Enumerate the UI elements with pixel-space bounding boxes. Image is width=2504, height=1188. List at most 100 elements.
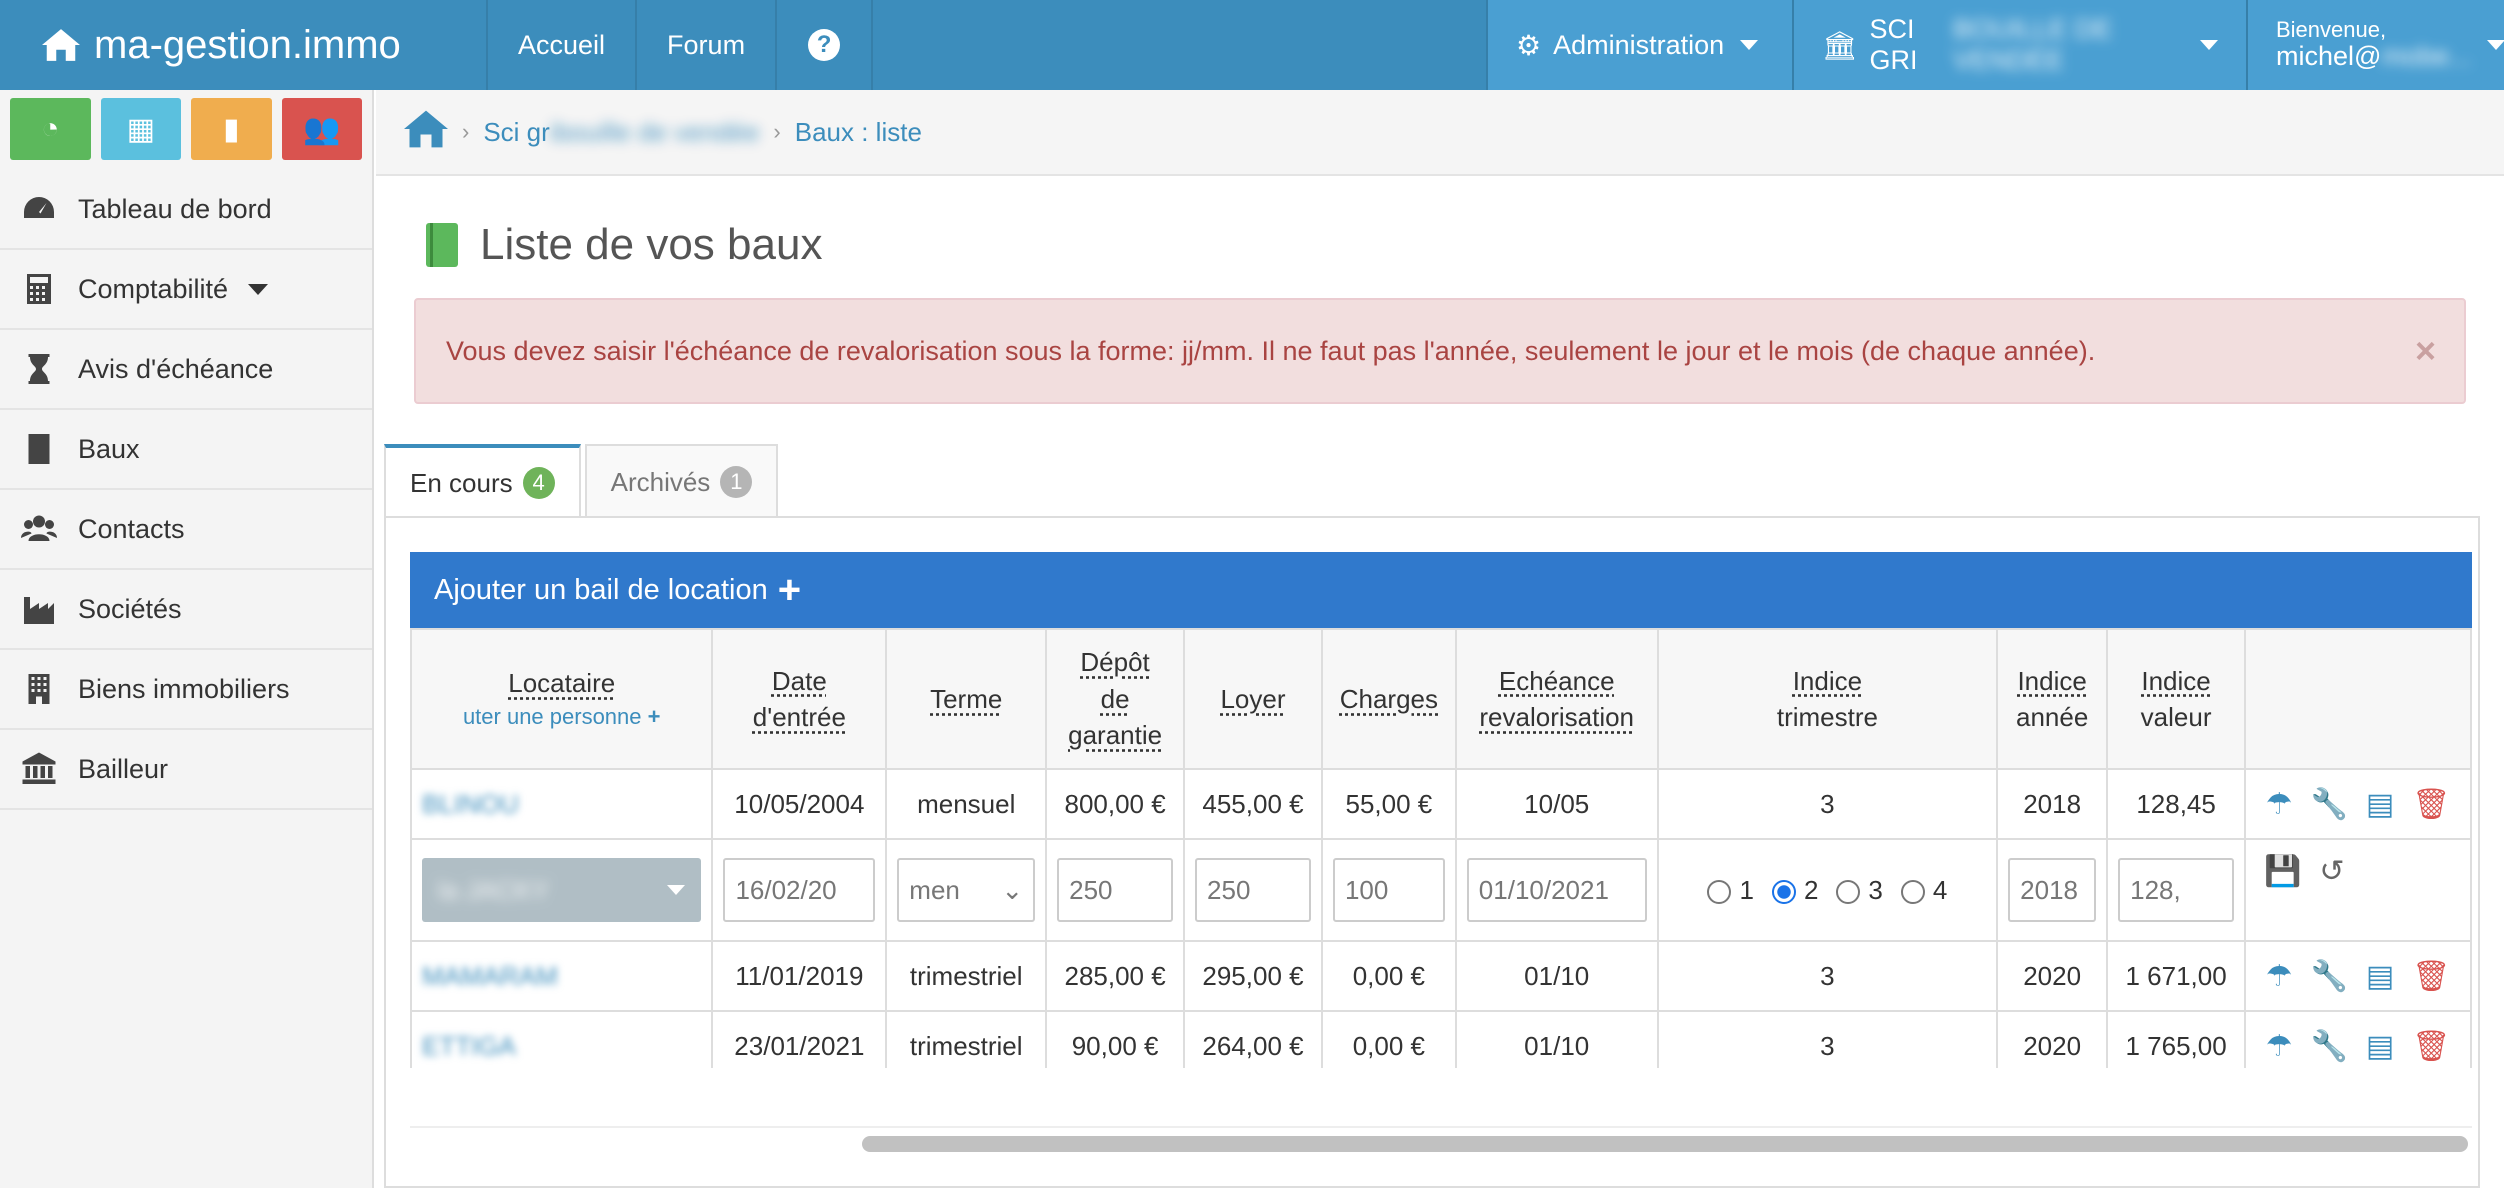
breadcrumb: › Sci gribouille de vendée › Baux : list…: [376, 90, 2504, 176]
add-lease-button[interactable]: Ajouter un bail de location +: [410, 552, 2472, 628]
sidebar-item-label: Comptabilité: [78, 273, 229, 304]
cell-valeur-input: 128,: [2106, 838, 2247, 942]
breadcrumb-company-visible: Sci gr: [483, 116, 550, 147]
archive-icon[interactable]: ▤: [2366, 1029, 2394, 1064]
radio-button[interactable]: [1900, 879, 1925, 904]
terme-select[interactable]: men ⌄: [897, 858, 1036, 922]
page-title-text: Liste de vos baux: [480, 220, 823, 269]
echeance-input[interactable]: 01/10/2021: [1466, 858, 1647, 922]
charges-input[interactable]: 100: [1332, 858, 1445, 922]
sidebar-item-companies[interactable]: Sociétés: [0, 570, 372, 650]
sidebar-item-properties[interactable]: Biens immobiliers: [0, 650, 372, 730]
trash-icon[interactable]: 🗑: [2412, 1029, 2450, 1064]
dashboard-icon: ◔: [41, 112, 60, 145]
header-echeance-line2: revalorisation: [1479, 702, 1635, 732]
header-terme[interactable]: Terme: [885, 628, 1048, 770]
user-email-visible: michel@: [2276, 41, 2382, 72]
cell-tenant[interactable]: MAMARAM: [410, 940, 714, 1012]
tenant-link[interactable]: BLINOU: [422, 789, 701, 820]
brand-link[interactable]: ma-gestion.immo: [0, 0, 488, 90]
breadcrumb-home[interactable]: [404, 110, 448, 155]
quick-leases-button[interactable]: ▮: [191, 98, 272, 160]
radio-option-1[interactable]: 1: [1707, 875, 1754, 906]
user-dropdown[interactable]: Bienvenue, michel@mobe...: [2246, 0, 2504, 90]
radio-button[interactable]: [1707, 879, 1732, 904]
sidebar-item-contacts[interactable]: Contacts: [0, 490, 372, 570]
sidebar-item-notices[interactable]: Avis d'échéance: [0, 330, 372, 410]
nav-accueil[interactable]: Accueil: [488, 0, 638, 90]
header-loyer[interactable]: Loyer: [1183, 628, 1323, 770]
header-echeance[interactable]: Echéance revalorisation: [1454, 628, 1659, 770]
undo-icon[interactable]: ↺: [2319, 854, 2344, 889]
breadcrumb-company[interactable]: Sci gribouille de vendée: [483, 117, 759, 148]
header-locataire-label: Locataire: [508, 668, 616, 699]
header-locataire[interactable]: Locataire uter une personne +: [410, 628, 714, 770]
cell-tenant[interactable]: ETTIGA: [410, 1010, 714, 1068]
header-indice-annee[interactable]: Indice année: [1996, 628, 2109, 770]
archive-icon[interactable]: ▤: [2366, 787, 2394, 822]
radio-option-4[interactable]: 4: [1900, 875, 1947, 906]
quick-contacts-button[interactable]: 👥: [281, 98, 362, 160]
wrench-icon[interactable]: 🔧: [2311, 959, 2348, 994]
depot-input[interactable]: 250: [1057, 858, 1174, 922]
table-row: BLINOU 10/05/2004 mensuel 800,00 € 455,0…: [410, 768, 2472, 840]
tenant-link[interactable]: MAMARAM: [422, 961, 701, 992]
radio-button-selected[interactable]: [1771, 879, 1796, 904]
umbrella-icon[interactable]: ☂: [2266, 787, 2293, 822]
breadcrumb-company-blurred: ibouille de vendée: [549, 116, 760, 147]
company-dropdown[interactable]: 🏛 SCI GRI BOUILLE DE VENDÉE: [1792, 0, 2246, 90]
chevron-down-icon: [2487, 40, 2504, 50]
tab-archives[interactable]: Archivés 1: [584, 444, 779, 518]
sidebar-item-label: Sociétés: [78, 593, 182, 624]
header-indice-valeur[interactable]: Indice valeur: [2106, 628, 2247, 770]
loyer-input[interactable]: 250: [1195, 858, 1311, 922]
nav-help[interactable]: ?: [777, 0, 874, 90]
annee-input[interactable]: 2018: [2008, 858, 2097, 922]
wrench-icon[interactable]: 🔧: [2311, 1029, 2348, 1064]
radio-option-3[interactable]: 3: [1836, 875, 1883, 906]
trash-icon[interactable]: 🗑: [2412, 959, 2450, 994]
brand-name: ma-gestion.immo: [94, 22, 401, 67]
admin-dropdown[interactable]: ⚙ Administration: [1486, 0, 1792, 90]
tenant-select[interactable]: la JACKY: [422, 858, 702, 922]
header-depot[interactable]: Dépôt de garantie: [1045, 628, 1186, 770]
header-date[interactable]: Date d'entrée: [711, 628, 888, 770]
radio-button[interactable]: [1836, 879, 1861, 904]
sidebar-item-accounting[interactable]: Comptabilité: [0, 250, 372, 330]
plus-icon: +: [777, 567, 802, 612]
umbrella-icon[interactable]: ☂: [2266, 959, 2293, 994]
tenant-select-value: la JACKY: [438, 874, 550, 905]
tenant-link[interactable]: ETTIGA: [422, 1031, 701, 1062]
wrench-icon[interactable]: 🔧: [2311, 787, 2348, 822]
tab-en-cours[interactable]: En cours 4: [384, 444, 581, 518]
lease-table-wrap: Locataire uter une personne + Date d'entr…: [410, 628, 2472, 1068]
umbrella-icon[interactable]: ☂: [2266, 1029, 2293, 1064]
quick-dashboard-button[interactable]: ◔: [10, 98, 91, 160]
cell-tenant[interactable]: BLINOU: [410, 768, 714, 840]
scrollbar-thumb[interactable]: [862, 1136, 2468, 1152]
archive-icon[interactable]: ▤: [2366, 959, 2394, 994]
valeur-input[interactable]: 128,: [2118, 858, 2235, 922]
sidebar-item-dashboard[interactable]: Tableau de bord: [0, 170, 372, 250]
horizontal-scrollbar[interactable]: [410, 1126, 2472, 1156]
save-icon[interactable]: 💾: [2264, 854, 2301, 889]
sidebar-item-landlord[interactable]: Bailleur: [0, 730, 372, 810]
header-indice-trimestre[interactable]: Indice trimestre: [1656, 628, 1999, 770]
quick-accounting-button[interactable]: ▦: [100, 98, 181, 160]
sidebar-item-leases[interactable]: Baux: [0, 410, 372, 490]
sidebar-item-label: Biens immobiliers: [78, 673, 290, 704]
trash-icon[interactable]: 🗑: [2412, 787, 2450, 822]
add-person-link[interactable]: uter une personne +: [416, 702, 707, 733]
breadcrumb-current[interactable]: Baux : liste: [795, 117, 922, 148]
cell-terme-select: men ⌄: [885, 838, 1048, 942]
radio-label: 2: [1803, 874, 1819, 905]
cell-terme: mensuel: [885, 768, 1048, 840]
radio-option-2[interactable]: 2: [1771, 874, 1819, 906]
nav-forum[interactable]: Forum: [637, 0, 778, 90]
header-charges[interactable]: Charges: [1320, 628, 1457, 770]
welcome-label: Bienvenue,: [2276, 17, 2387, 43]
chevron-down-icon: [667, 885, 686, 895]
date-input[interactable]: 16/02/20: [723, 858, 876, 922]
page-title: Liste de vos baux: [426, 220, 822, 270]
close-icon[interactable]: ×: [2415, 330, 2436, 372]
